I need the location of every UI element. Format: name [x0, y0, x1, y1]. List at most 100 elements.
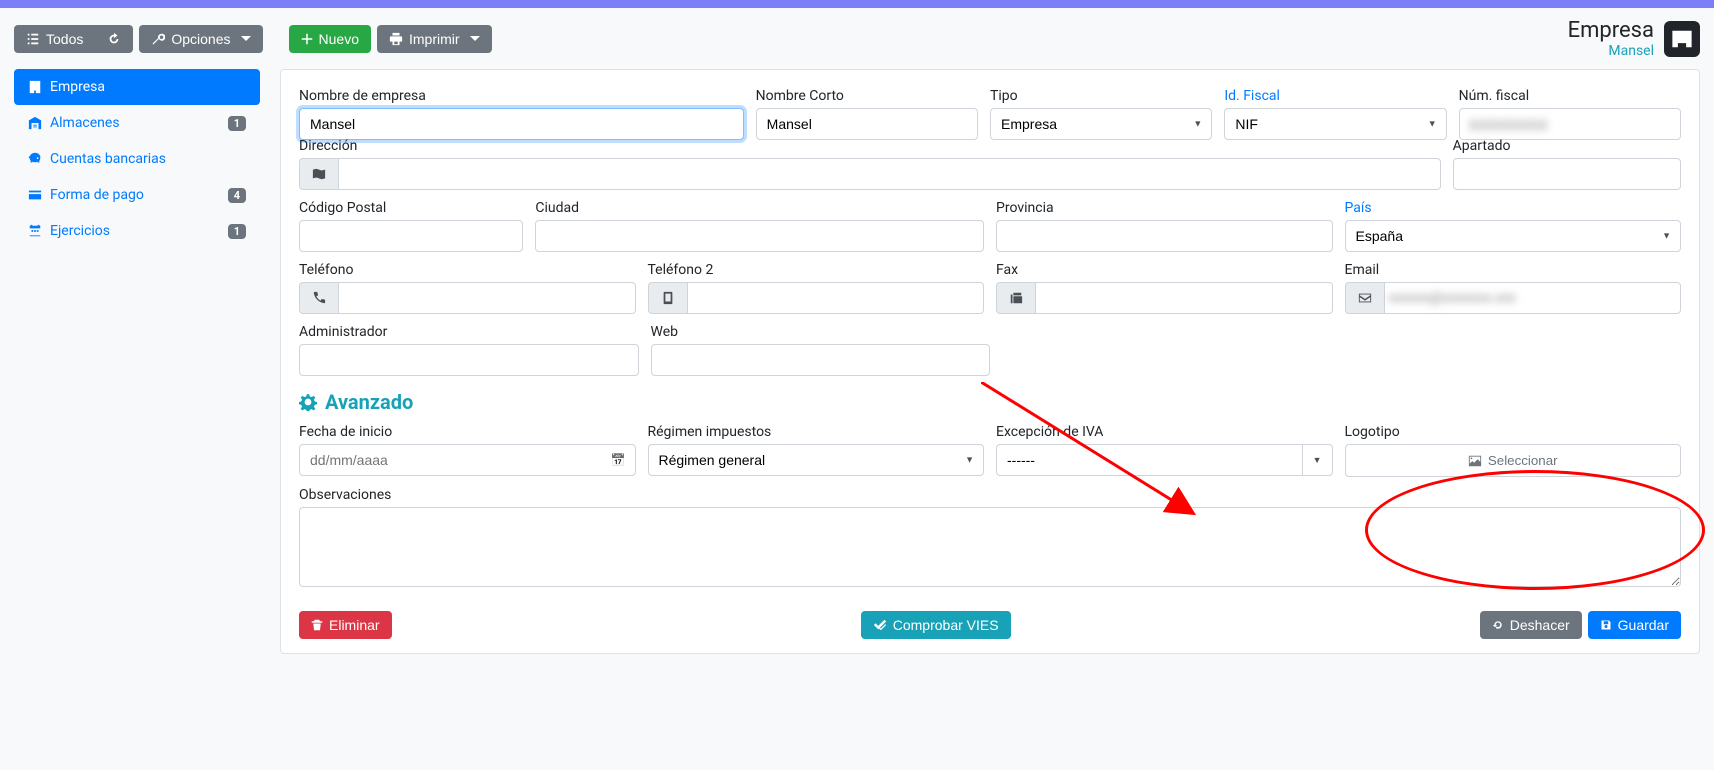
web-label: Web: [651, 324, 991, 340]
administrador-input[interactable]: [299, 344, 639, 376]
sidebar-item-almacenes[interactable]: Almacenes 1: [14, 105, 260, 141]
plus-icon: [301, 33, 313, 45]
envelope-icon-prepend: [1345, 282, 1384, 314]
excepcion-iva-dropdown[interactable]: [1302, 444, 1333, 476]
email-label: Email: [1345, 262, 1682, 278]
imprimir-button[interactable]: Imprimir: [377, 25, 492, 53]
save-icon: [1600, 619, 1612, 631]
sidebar-item-empresa[interactable]: Empresa: [14, 69, 260, 105]
nuevo-button[interactable]: Nuevo: [289, 25, 371, 53]
list-icon: [26, 32, 40, 46]
fecha-inicio-input[interactable]: [299, 444, 636, 476]
id-fiscal-select[interactable]: NIF: [1224, 108, 1446, 140]
web-input[interactable]: [651, 344, 991, 376]
mobile-icon: [661, 291, 675, 305]
print-icon: [389, 32, 403, 46]
todos-label: Todos: [46, 31, 83, 47]
apartado-label: Apartado: [1453, 138, 1681, 154]
sidebar-badge: 4: [228, 188, 246, 203]
provincia-input[interactable]: [996, 220, 1333, 252]
deshacer-button[interactable]: Deshacer: [1480, 611, 1582, 639]
piggy-bank-icon: [28, 152, 42, 166]
sidebar-item-label: Empresa: [50, 79, 105, 95]
logotipo-label: Logotipo: [1345, 424, 1682, 440]
undo-icon: [1492, 619, 1504, 631]
regimen-select[interactable]: Régimen general: [648, 444, 985, 476]
excepcion-iva-input[interactable]: [996, 444, 1302, 476]
opciones-button[interactable]: Opciones: [139, 25, 262, 53]
provincia-label: Provincia: [996, 200, 1333, 216]
telefono-label: Teléfono: [299, 262, 636, 278]
page-subtitle[interactable]: Mansel: [1568, 43, 1654, 59]
toolbar: Todos Opciones Nuevo Imprimir Empresa Ma…: [0, 8, 1714, 69]
tipo-select[interactable]: Empresa: [990, 108, 1212, 140]
credit-card-icon: [28, 188, 42, 202]
refresh-button[interactable]: [95, 25, 133, 53]
sidebar-item-cuentas[interactable]: Cuentas bancarias: [14, 141, 260, 177]
building-icon-large: [1664, 21, 1700, 57]
fax-icon-prepend: [996, 282, 1035, 314]
refresh-icon: [107, 32, 121, 46]
sidebar-item-label: Forma de pago: [50, 187, 144, 203]
telefono-input[interactable]: [338, 282, 636, 314]
codigo-postal-label: Código Postal: [299, 200, 523, 216]
logotipo-seleccionar-button[interactable]: Seleccionar: [1345, 444, 1682, 477]
observaciones-textarea[interactable]: [299, 507, 1681, 587]
fecha-inicio-label: Fecha de inicio: [299, 424, 636, 440]
phone-icon-prepend: [299, 282, 338, 314]
map-icon: [312, 167, 326, 181]
eliminar-button[interactable]: Eliminar: [299, 611, 392, 639]
avanzado-title: Avanzado: [299, 390, 1681, 414]
excepcion-iva-label: Excepción de IVA: [996, 424, 1333, 440]
telefono2-input[interactable]: [687, 282, 985, 314]
tipo-label: Tipo: [990, 88, 1212, 104]
todos-button[interactable]: Todos: [14, 25, 95, 53]
check-double-icon: [873, 618, 887, 632]
warehouse-icon: [28, 116, 42, 130]
nombre-corto-input[interactable]: [756, 108, 978, 140]
pais-select[interactable]: España: [1345, 220, 1682, 252]
apartado-input[interactable]: [1453, 158, 1681, 190]
panel-footer: Eliminar Comprobar VIES Deshacer Guardar: [299, 597, 1681, 653]
nombre-empresa-input[interactable]: [299, 108, 744, 140]
sidebar-badge: 1: [228, 224, 246, 239]
sidebar-item-label: Cuentas bancarias: [50, 151, 166, 167]
envelope-icon: [1358, 291, 1372, 305]
sidebar: Empresa Almacenes 1 Cuentas bancarias Fo…: [14, 69, 260, 249]
regimen-label: Régimen impuestos: [648, 424, 985, 440]
todos-group: Todos: [14, 25, 133, 53]
codigo-postal-input[interactable]: [299, 220, 523, 252]
ciudad-input[interactable]: [535, 220, 984, 252]
map-icon-prepend[interactable]: [299, 158, 338, 190]
sidebar-item-forma-pago[interactable]: Forma de pago 4: [14, 177, 260, 213]
wrench-icon: [151, 32, 165, 46]
image-icon: [1468, 454, 1482, 468]
sidebar-item-label: Ejercicios: [50, 223, 110, 239]
direccion-input[interactable]: [338, 158, 1441, 190]
fax-label: Fax: [996, 262, 1333, 278]
comprobar-vies-button[interactable]: Comprobar VIES: [861, 611, 1011, 639]
fax-icon: [1009, 291, 1023, 305]
nombre-corto-label: Nombre Corto: [756, 88, 978, 104]
nombre-empresa-label: Nombre de empresa: [299, 88, 744, 104]
administrador-label: Administrador: [299, 324, 639, 340]
page-title: Empresa: [1568, 18, 1654, 43]
id-fiscal-label[interactable]: Id. Fiscal: [1224, 88, 1446, 104]
guardar-button[interactable]: Guardar: [1588, 611, 1681, 639]
page-title-block: Empresa Mansel: [1568, 18, 1654, 59]
num-fiscal-label: Núm. fiscal: [1459, 88, 1681, 104]
ciudad-label: Ciudad: [535, 200, 984, 216]
sidebar-item-label: Almacenes: [50, 115, 120, 131]
sidebar-item-ejercicios[interactable]: Ejercicios 1: [14, 213, 260, 249]
telefono2-label: Teléfono 2: [648, 262, 985, 278]
toolbar-left: Todos Opciones Nuevo Imprimir: [14, 25, 492, 53]
imprimir-label: Imprimir: [409, 31, 460, 47]
pais-label[interactable]: País: [1345, 200, 1682, 216]
nuevo-label: Nuevo: [319, 31, 359, 47]
form-panel: Nombre de empresa Nombre Corto Tipo Empr…: [280, 69, 1700, 654]
building-icon: [28, 80, 42, 94]
phone-icon: [312, 291, 326, 305]
fax-input[interactable]: [1035, 282, 1333, 314]
trash-icon: [311, 619, 323, 631]
toolbar-right: Empresa Mansel: [1568, 18, 1700, 59]
